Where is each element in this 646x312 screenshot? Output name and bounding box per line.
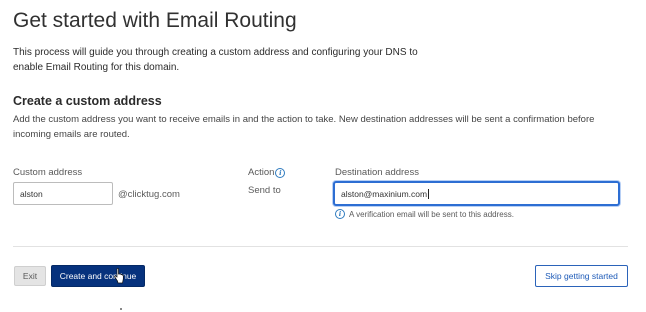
page-title: Get started with Email Routing: [13, 9, 297, 32]
divider: [13, 246, 628, 247]
section-description: Add the custom address you want to recei…: [13, 114, 595, 140]
custom-address-input[interactable]: alston: [13, 182, 113, 205]
info-circle-icon[interactable]: i: [275, 167, 286, 178]
action-value: Send to: [248, 185, 281, 196]
skip-getting-started-button[interactable]: Skip getting started: [535, 265, 628, 287]
verification-hint-text: A verification email will be sent to thi…: [349, 209, 514, 219]
hand-pointer-icon: [114, 268, 124, 284]
action-label-group: Action i: [248, 167, 286, 178]
info-circle-icon: i: [335, 209, 345, 219]
action-label: Action: [248, 167, 275, 178]
destination-address-label: Destination address: [335, 167, 419, 178]
intro-text: This process will guide you through crea…: [13, 47, 418, 73]
exit-button[interactable]: Exit: [14, 266, 46, 286]
stray-dot: [120, 308, 122, 310]
destination-address-value: alston@maxinium.com: [341, 188, 428, 199]
custom-address-label: Custom address: [13, 167, 83, 178]
text-caret: [428, 188, 430, 199]
verification-hint: i A verification email will be sent to t…: [335, 209, 514, 219]
custom-address-value: alston: [20, 188, 43, 199]
create-and-continue-button[interactable]: Create and continue: [51, 265, 145, 287]
section-title: Create a custom address: [13, 94, 162, 108]
domain-suffix: @clicktug.com: [118, 189, 180, 200]
destination-address-input[interactable]: alston@maxinium.com: [333, 181, 620, 206]
